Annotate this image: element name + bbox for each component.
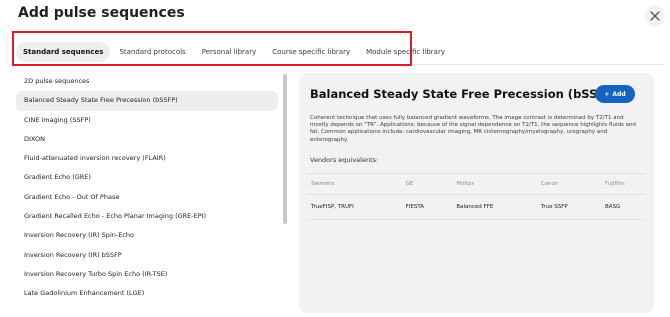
list-item[interactable]: Inversion Recovery (IR) Spin-Echo xyxy=(16,226,278,245)
vendor-header: Philips xyxy=(452,173,537,195)
list-item[interactable]: CINE imaging (SSFP) xyxy=(16,111,278,130)
vendors-label: Vendors equivalents: xyxy=(310,156,379,164)
detail-panel: Balanced Steady State Free Precession (b… xyxy=(299,73,654,313)
list-item[interactable]: 2D pulse sequences xyxy=(16,72,278,91)
list-item[interactable]: Fluid-attenuated inversion recovery (FLA… xyxy=(16,149,278,168)
detail-title: Balanced Steady State Free Precession (b… xyxy=(310,87,619,101)
list-scrollbar[interactable] xyxy=(283,74,287,224)
list-item[interactable]: Gradient Echo (GRE) xyxy=(16,168,278,187)
list-item[interactable]: Inversion Recovery (IR) bSSFP xyxy=(16,246,278,265)
tabs-highlight-box xyxy=(12,31,412,66)
close-button[interactable] xyxy=(645,6,665,26)
plus-icon: + xyxy=(604,90,610,98)
add-button[interactable]: + Add xyxy=(595,85,635,103)
detail-description: Coherent technique that uses fully balan… xyxy=(310,115,636,143)
vendor-header: GE xyxy=(401,173,453,195)
dialog-title: Add pulse sequences xyxy=(18,5,185,21)
list-item[interactable]: Gradient Echo - Out Of Phase xyxy=(16,188,278,207)
vendors-table: Siemens GE Philips Canon Fujifilm TrueFI… xyxy=(307,173,645,220)
vendor-value: Balanced FFE xyxy=(452,194,537,220)
list-item-selected[interactable]: Balanced Steady State Free Precession (b… xyxy=(16,91,278,111)
vendor-header: Canon xyxy=(536,173,602,195)
list-item[interactable]: DIXON xyxy=(16,130,278,149)
vendors-header-row: Siemens GE Philips Canon Fujifilm xyxy=(307,173,645,195)
vendor-value: True SSFP xyxy=(536,194,602,220)
vendor-value: BASG xyxy=(601,194,645,220)
sequence-list: 2D pulse sequences Balanced Steady State… xyxy=(16,72,278,317)
add-button-label: Add xyxy=(612,90,626,98)
close-icon xyxy=(650,11,660,21)
vendor-value: FIESTA xyxy=(401,194,453,220)
list-item[interactable]: Gradient Recalled Echo - Echo Planar Ima… xyxy=(16,207,278,226)
list-item[interactable]: Inversion Recovery Turbo Spin Echo (IR-T… xyxy=(16,265,278,284)
vendor-header: Siemens xyxy=(307,173,402,195)
vendor-header: Fujifilm xyxy=(601,173,645,195)
vendors-value-row: TrueFISP, TRUFI FIESTA Balanced FFE True… xyxy=(307,194,645,220)
vendor-value: TrueFISP, TRUFI xyxy=(307,194,402,220)
list-item[interactable]: Late Gadolinium Enhancement (LGE) xyxy=(16,284,278,303)
